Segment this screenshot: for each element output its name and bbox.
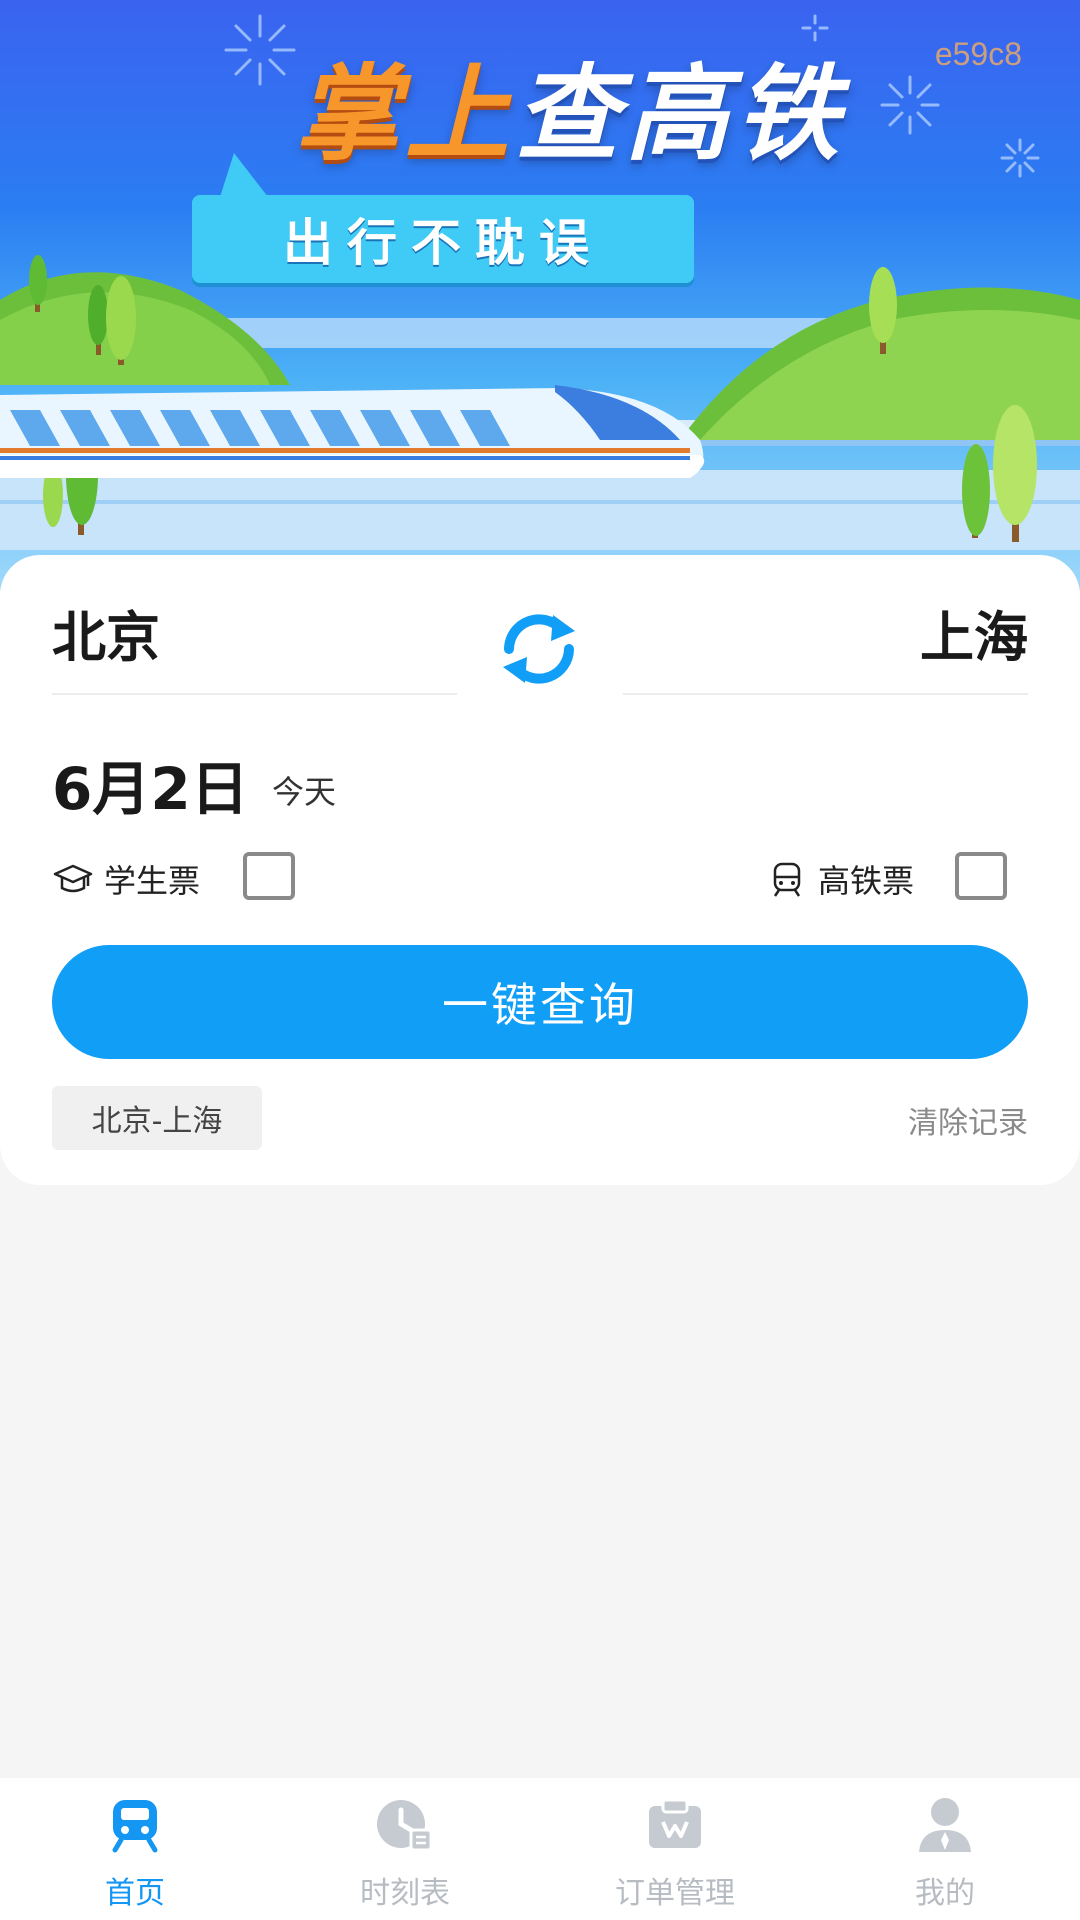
banner-subtitle-bubble: 出行不耽误	[192, 153, 694, 283]
to-station-underline	[623, 693, 1028, 695]
clock-schedule-icon	[377, 1800, 433, 1852]
banner-subtitle: 出行不耽误	[283, 214, 603, 272]
nav-profile-label: 我的	[915, 1876, 975, 1911]
clear-history-link[interactable]: 清除记录	[908, 1098, 1028, 1142]
banner-title-highlight: 掌上	[295, 53, 516, 175]
high-speed-ticket-checkbox[interactable]	[955, 852, 1007, 900]
student-ticket-option[interactable]: 学生票	[52, 853, 200, 905]
student-ticket-label: 学生票	[104, 862, 201, 900]
hero-banner: 掌上查高铁 出行不耽误 e59c8	[0, 0, 1080, 590]
nav-timetable[interactable]: 时刻表	[270, 1778, 540, 1920]
graduation-cap-icon	[53, 864, 93, 893]
from-station[interactable]: 北京	[52, 593, 160, 672]
high-speed-ticket-label: 高铁票	[818, 862, 915, 900]
date-note: 今天	[272, 773, 337, 811]
nav-profile[interactable]: 我的	[810, 1778, 1080, 1920]
history-chip[interactable]: 北京-上海	[52, 1086, 262, 1150]
high-speed-ticket-option[interactable]: 高铁票	[766, 853, 914, 905]
train-icon	[773, 862, 801, 897]
user-profile-icon	[919, 1798, 971, 1852]
nav-timetable-label: 时刻表	[360, 1876, 450, 1911]
nav-orders[interactable]: 订单管理	[540, 1778, 810, 1920]
departure-date[interactable]: 6月2日	[52, 742, 249, 826]
orders-box-icon	[649, 1798, 701, 1848]
nav-home-label: 首页	[105, 1876, 165, 1911]
train-front-icon	[112, 1800, 158, 1853]
bottom-nav: 首页 时刻表 订单管理 我的	[0, 1778, 1080, 1920]
query-button[interactable]: 一键查询	[52, 945, 1028, 1059]
banner-title-main: 查高铁	[515, 53, 846, 175]
to-station[interactable]: 上海	[920, 593, 1028, 672]
banner-title: 掌上查高铁	[295, 62, 845, 166]
swap-stations-icon[interactable]	[495, 605, 583, 693]
from-station-underline	[52, 693, 457, 695]
nav-home[interactable]: 首页	[0, 1778, 270, 1920]
search-card: 北京 上海 6月2日 今天 学生票 高铁票 一键查询 北京-上海 清除记录	[0, 555, 1080, 1185]
student-ticket-checkbox[interactable]	[243, 852, 295, 900]
banner-code: e59c8	[934, 36, 1022, 72]
nav-orders-label: 订单管理	[615, 1876, 735, 1911]
